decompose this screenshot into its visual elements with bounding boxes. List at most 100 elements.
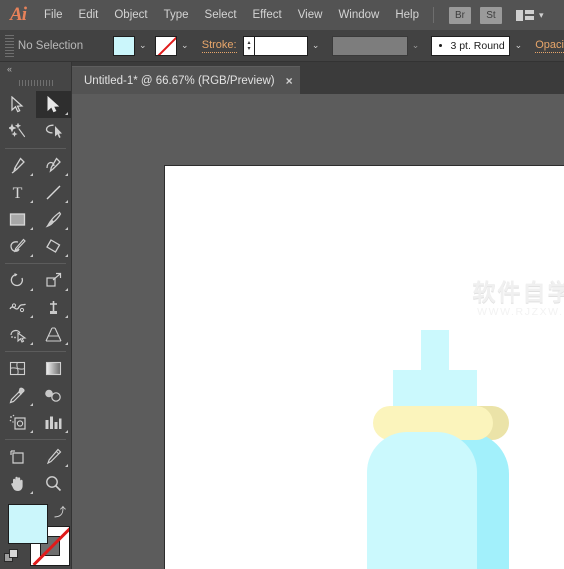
tool-row (0, 355, 71, 382)
fill-chevron-down-icon[interactable]: ⌄ (135, 36, 151, 56)
tool-row (0, 206, 71, 233)
hand-tool[interactable] (0, 470, 36, 497)
zoom-tool[interactable] (36, 470, 72, 497)
selection-status-label: No Selection (17, 39, 84, 52)
watermark-chinese-text: 软件自学网 (472, 279, 564, 305)
bottle-body (367, 432, 477, 569)
perspective-grid-tool[interactable] (36, 321, 72, 348)
canvas-area[interactable]: 软件自学网 WWW.RJZXW.COM (72, 94, 564, 569)
control-bar-grip[interactable] (5, 34, 14, 57)
tool-divider (5, 148, 66, 149)
menu-divider (433, 7, 434, 23)
tool-row (0, 382, 71, 409)
control-bar: No Selection ⌄ ⌄ Stroke: ▴ ▾ ⌄ ⌄ 3 pt. R… (0, 30, 564, 62)
fill-color-swatch[interactable] (112, 35, 135, 56)
stroke-weight-stepper[interactable]: ▴ ▾ (242, 35, 256, 56)
artboard-tool[interactable] (0, 443, 36, 470)
eraser-tool[interactable] (36, 233, 72, 260)
illustrator-window: Ai File Edit Object Type Select Effect V… (0, 0, 564, 569)
tool-row (0, 152, 71, 179)
toolbar-fill-swatch[interactable] (8, 504, 48, 544)
menu-item-window[interactable]: Window (330, 0, 387, 30)
pen-tool[interactable] (0, 152, 36, 179)
selection-tool[interactable] (0, 91, 36, 118)
direct-selection-tool[interactable] (35, 91, 71, 118)
width-tool[interactable] (0, 294, 36, 321)
shaper-tool[interactable] (0, 233, 36, 260)
tool-row (0, 118, 71, 145)
fill-swatch-group[interactable]: ⌄ (112, 35, 151, 56)
workspace-icon-left (516, 9, 523, 21)
tool-rows: T (0, 89, 71, 497)
tool-row (0, 409, 71, 436)
brush-chevron-down-icon[interactable]: ⌄ (510, 36, 526, 56)
eyedropper-tool[interactable] (0, 382, 36, 409)
stroke-swatch-group[interactable]: ⌄ (154, 35, 193, 56)
lasso-tool[interactable] (36, 118, 72, 145)
document-tab[interactable]: Untitled-1* @ 66.67% (RGB/Preview) × (72, 66, 300, 94)
bottle-nipple-base (393, 370, 477, 408)
shape-builder-tool[interactable] (0, 321, 36, 348)
menu-item-edit[interactable]: Edit (71, 0, 107, 30)
watermark: 软件自学网 WWW.RJZXW.COM (461, 279, 564, 319)
blend-tool[interactable] (36, 382, 72, 409)
bridge-button[interactable]: Br (449, 6, 471, 24)
menu-item-effect[interactable]: Effect (245, 0, 290, 30)
menu-item-select[interactable]: Select (197, 0, 245, 30)
curvature-tool[interactable] (36, 152, 72, 179)
tool-divider (5, 263, 66, 264)
mesh-tool[interactable] (0, 355, 36, 382)
rectangle-tool[interactable] (0, 206, 36, 233)
close-icon[interactable]: × (286, 74, 293, 88)
tool-row: T (0, 179, 71, 206)
tool-row (0, 233, 71, 260)
magic-wand-tool[interactable] (0, 118, 36, 145)
stroke-color-swatch[interactable] (154, 35, 177, 56)
document-tab-label: Untitled-1* @ 66.67% (RGB/Preview) (84, 74, 275, 87)
tools-panel-grip[interactable] (0, 76, 71, 89)
paintbrush-tool[interactable] (36, 206, 72, 233)
line-segment-tool[interactable] (36, 179, 72, 206)
brush-definition-dropdown[interactable]: 3 pt. Round (431, 35, 511, 56)
variable-width-chevron-down-icon[interactable]: ⌄ (408, 36, 424, 56)
menu-item-object[interactable]: Object (106, 0, 155, 30)
gradient-tool[interactable] (36, 355, 72, 382)
menu-item-type[interactable]: Type (156, 0, 197, 30)
menu-item-view[interactable]: View (290, 0, 331, 30)
tool-divider (5, 351, 66, 352)
column-graph-tool[interactable] (36, 409, 72, 436)
stroke-chevron-down-icon[interactable]: ⌄ (177, 36, 193, 56)
brush-preview-icon (439, 44, 443, 47)
tool-row (0, 443, 71, 470)
opacity-label[interactable]: Opaci (535, 39, 564, 53)
stroke-weight-label[interactable]: Stroke: (201, 39, 237, 53)
rotate-tool[interactable] (0, 267, 36, 294)
symbol-sprayer-tool[interactable] (0, 409, 36, 436)
fill-stroke-swatches: ⤴ (0, 501, 71, 569)
swap-fill-stroke-icon[interactable]: ⤴ (54, 503, 66, 520)
slice-tool[interactable] (36, 443, 72, 470)
baby-bottle-illustration[interactable] (363, 330, 513, 569)
app-logo-icon: Ai (10, 4, 27, 25)
menu-item-file[interactable]: File (36, 0, 71, 30)
artboard[interactable]: 软件自学网 WWW.RJZXW.COM (164, 165, 564, 569)
tool-row (0, 470, 71, 497)
watermark-url-text: WWW.RJZXW.COM (477, 306, 564, 318)
tool-row (0, 294, 71, 321)
chevron-down-icon: ▾ (539, 9, 544, 20)
workspace-icon-right (525, 10, 534, 20)
scale-tool[interactable] (36, 267, 72, 294)
menu-item-help[interactable]: Help (387, 0, 427, 30)
stroke-weight-input[interactable] (255, 35, 308, 56)
stroke-weight-chevron-down-icon[interactable]: ⌄ (308, 36, 324, 56)
collapse-panel-icon[interactable]: « (0, 62, 71, 76)
document-tab-bar: Untitled-1* @ 66.67% (RGB/Preview) × (0, 62, 564, 94)
workspace-switcher-icon[interactable]: ▾ (516, 9, 544, 21)
free-transform-tool[interactable] (36, 294, 72, 321)
stock-button[interactable]: St (480, 6, 502, 24)
type-tool[interactable]: T (0, 179, 36, 206)
variable-width-profile-dropdown[interactable] (331, 35, 408, 56)
svg-text:T: T (13, 185, 23, 201)
brush-definition-label: 3 pt. Round (450, 39, 505, 52)
stepper-down-icon[interactable]: ▾ (248, 46, 251, 52)
